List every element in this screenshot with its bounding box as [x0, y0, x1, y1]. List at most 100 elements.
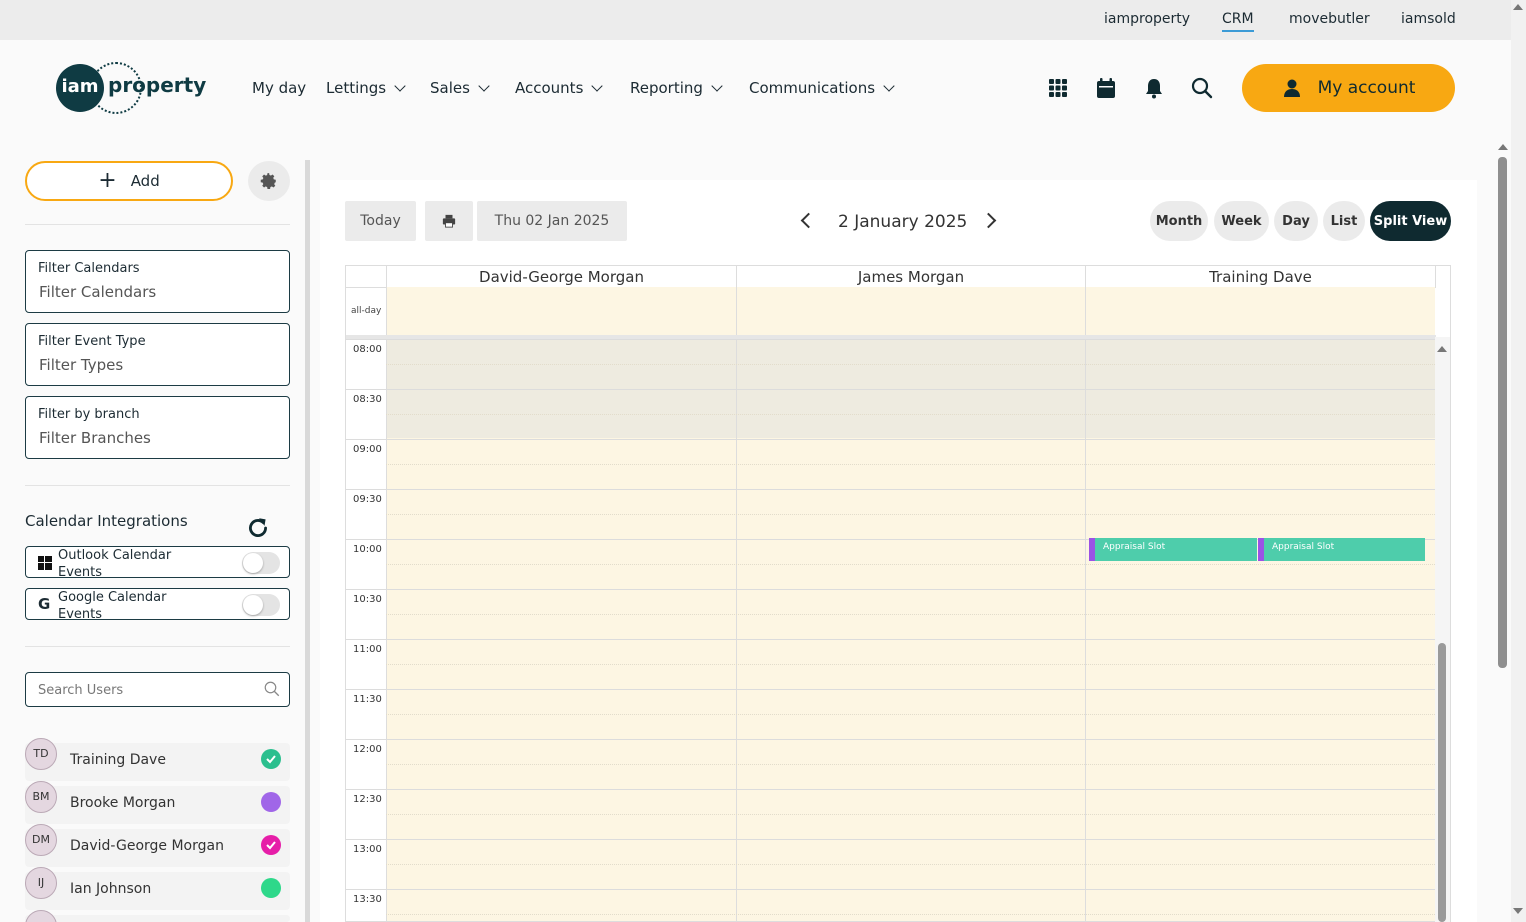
integration-label: Google Calendar Events: [58, 590, 167, 622]
user-name: Training Dave: [70, 752, 166, 768]
sidebar-scrollbar[interactable]: [305, 160, 310, 922]
date-picker[interactable]: Thu 02 Jan 2025: [477, 201, 627, 241]
color-dot[interactable]: [261, 792, 281, 812]
calendar-icon[interactable]: [1094, 76, 1118, 100]
user-row[interactable]: TD Training Dave: [25, 738, 290, 781]
calendar-event[interactable]: Appraisal Slot: [1089, 538, 1257, 561]
slot-line: [346, 389, 1436, 390]
filter-event-type-field[interactable]: Filter Event Type Filter Types: [25, 323, 290, 386]
day-column[interactable]: [1085, 339, 1436, 921]
filter-label: Filter Event Type: [38, 334, 146, 349]
slot-line: [386, 614, 1435, 615]
today-button[interactable]: Today: [345, 201, 416, 241]
chevron-down-icon: [394, 79, 406, 92]
scroll-up-icon[interactable]: [1498, 144, 1508, 150]
settings-button[interactable]: [248, 161, 290, 201]
search-icon[interactable]: [1190, 76, 1214, 100]
print-button[interactable]: [425, 201, 473, 241]
bell-icon[interactable]: [1142, 76, 1166, 100]
time-label: 11:30: [353, 694, 382, 705]
nav-lettings[interactable]: Lettings: [326, 78, 406, 98]
slot-line: [386, 364, 1435, 365]
refresh-icon[interactable]: [245, 515, 271, 545]
filter-placeholder: Filter Types: [39, 356, 124, 374]
topbar-link-iamsold[interactable]: iamsold: [1401, 11, 1456, 27]
check-icon[interactable]: [261, 749, 281, 769]
user-row[interactable]: IJ Ian Johnson: [25, 867, 290, 910]
slot-line: [386, 714, 1435, 715]
integration-label: Outlook Calendar Events: [58, 548, 172, 580]
scroll-up-icon[interactable]: [1437, 346, 1447, 352]
search-users-input[interactable]: Search Users: [25, 672, 290, 707]
allday-cell[interactable]: [736, 287, 1085, 335]
view-split-button[interactable]: Split View: [1370, 201, 1451, 241]
scroll-down-icon[interactable]: [1513, 908, 1523, 914]
view-list-button[interactable]: List: [1323, 201, 1365, 241]
user-row[interactable]: DM David-George Morgan: [25, 824, 290, 867]
sidebar-divider: [25, 646, 290, 647]
day-column[interactable]: [386, 339, 737, 921]
day-column[interactable]: [736, 339, 1086, 921]
filter-label: Filter by branch: [38, 407, 140, 422]
user-row[interactable]: BM Brooke Morgan: [25, 781, 290, 824]
calendar-grid: David-George Morgan James Morgan Trainin…: [345, 265, 1451, 922]
printer-icon: [442, 214, 456, 228]
filter-placeholder: Filter Calendars: [39, 283, 157, 301]
outlook-toggle[interactable]: [242, 552, 280, 574]
page-scrollbar[interactable]: [1511, 0, 1526, 922]
time-label: 11:00: [353, 644, 382, 655]
allday-cell[interactable]: [1085, 287, 1435, 335]
avatar: IJ: [25, 867, 57, 899]
top-strip: iamproperty CRM movebutler iamsold: [0, 0, 1511, 40]
slot-line: [346, 789, 1436, 790]
page-scroll-thumb[interactable]: [1498, 157, 1507, 668]
main-header: iam property My day Lettings Sales Accou…: [0, 40, 1511, 135]
event-title: Appraisal Slot: [1272, 542, 1335, 552]
view-day-button[interactable]: Day: [1274, 201, 1318, 241]
filter-calendars-field[interactable]: Filter Calendars Filter Calendars: [25, 250, 290, 313]
time-label: 13:00: [353, 844, 382, 855]
my-account-button[interactable]: My account: [1242, 64, 1455, 112]
color-dot[interactable]: [261, 878, 281, 898]
today-label: Today: [360, 213, 401, 229]
slot-line: [346, 889, 1436, 890]
chevron-down-icon: [478, 79, 490, 92]
nav-my-day[interactable]: My day: [252, 78, 306, 98]
calendar-event[interactable]: Appraisal Slot: [1258, 538, 1425, 561]
google-icon: G: [38, 595, 51, 613]
nav-sales[interactable]: Sales: [430, 78, 490, 98]
event-title: Appraisal Slot: [1103, 542, 1166, 552]
slot-line: [386, 514, 1435, 515]
add-button[interactable]: + Add: [25, 161, 233, 201]
nav-communications[interactable]: Communications: [749, 78, 895, 98]
topbar-link-crm[interactable]: CRM: [1222, 11, 1254, 32]
allday-cell[interactable]: [386, 287, 736, 335]
avatar: DM: [25, 824, 57, 856]
nav-accounts[interactable]: Accounts: [515, 78, 604, 98]
view-month-button[interactable]: Month: [1150, 201, 1208, 241]
apps-grid-icon[interactable]: [1046, 76, 1070, 100]
time-label: 08:00: [353, 344, 382, 355]
view-label: List: [1330, 213, 1358, 229]
view-label: Split View: [1373, 213, 1448, 229]
topbar-link-iamproperty[interactable]: iamproperty: [1104, 11, 1190, 27]
date-picker-value: Thu 02 Jan 2025: [494, 213, 610, 229]
scroll-up-icon[interactable]: [1513, 4, 1523, 10]
user-row[interactable]: [25, 910, 290, 922]
topbar-link-movebutler[interactable]: movebutler: [1289, 11, 1370, 27]
event-color-strip: [1258, 538, 1264, 561]
view-week-button[interactable]: Week: [1214, 201, 1269, 241]
time-label: 09:00: [353, 444, 382, 455]
google-toggle[interactable]: [242, 594, 280, 616]
view-label: Week: [1221, 213, 1262, 229]
filter-placeholder: Filter Branches: [39, 429, 151, 447]
check-icon[interactable]: [261, 835, 281, 855]
avatar: [25, 910, 57, 922]
calendar-scroll-thumb[interactable]: [1438, 643, 1446, 922]
sidebar-divider: [25, 224, 290, 225]
time-label: 12:30: [353, 794, 382, 805]
view-label: Day: [1282, 213, 1310, 229]
nav-reporting[interactable]: Reporting: [630, 78, 723, 98]
filter-branch-field[interactable]: Filter by branch Filter Branches: [25, 396, 290, 459]
search-users-placeholder: Search Users: [38, 683, 124, 698]
